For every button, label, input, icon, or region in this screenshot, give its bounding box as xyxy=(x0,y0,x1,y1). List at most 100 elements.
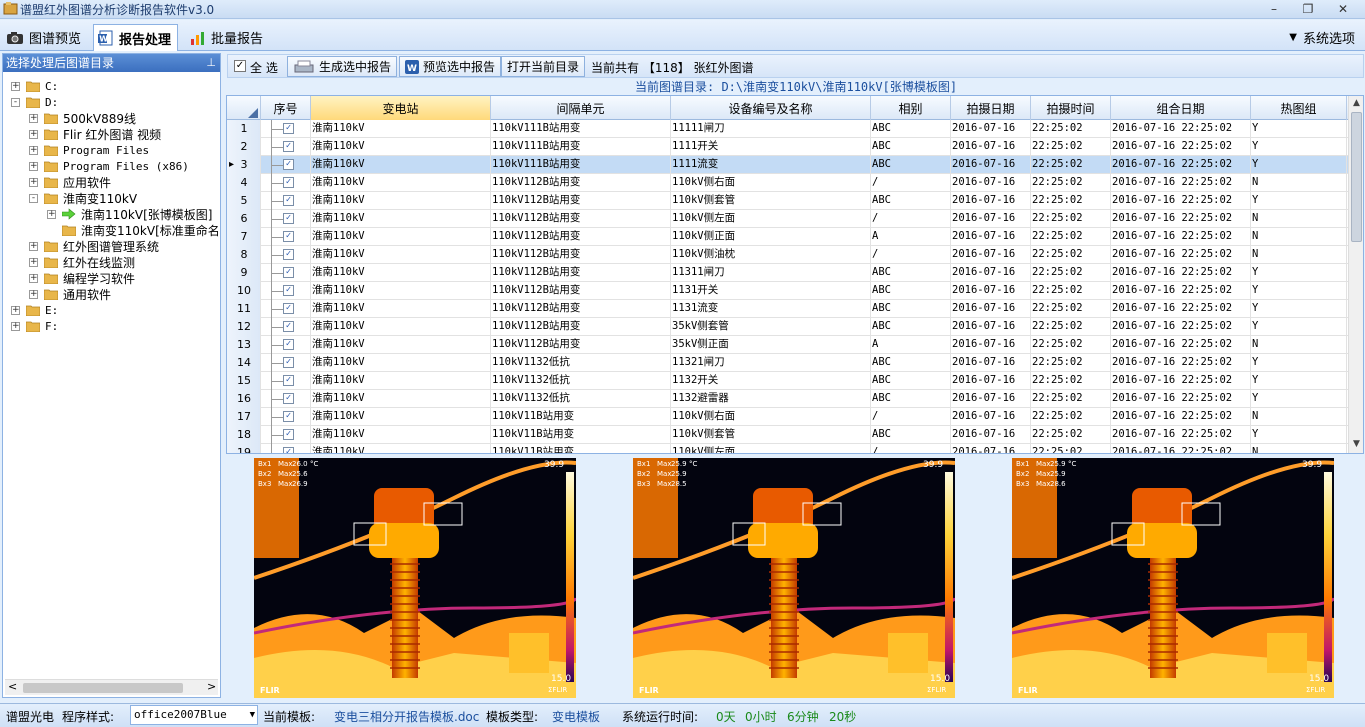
table-row[interactable]: 19 ✓ 淮南110kV 110kV11B站用变 110kV侧左面/2016-07-16… xyxy=(227,444,1349,453)
row-checkbox[interactable]: ✓ xyxy=(283,195,294,206)
collapse-icon[interactable]: - xyxy=(11,97,20,107)
row-header[interactable]: 3 ▸ xyxy=(227,156,261,174)
tree-node[interactable]: + Program Files (x86) xyxy=(29,158,189,174)
tab-report-processing[interactable]: W 报告处理 xyxy=(93,24,179,51)
thermal-image-thumbnail[interactable]: Bx1 Max 25.9 °C Bx2 Max 25.9 Bx3 Max 28.5 39.9 15.0… xyxy=(633,458,955,698)
row-select-cell[interactable]: ✓ xyxy=(261,174,311,192)
table-row[interactable]: 3 ▸ ✓ 淮南110kV 110kV111B站用变 1111流变 ABC 2016-07-1… xyxy=(227,156,1349,174)
row-header[interactable]: 16 xyxy=(227,390,261,408)
close-button[interactable]: ✕ xyxy=(1331,1,1355,17)
tree-node[interactable]: + Program Files xyxy=(29,142,149,158)
table-row[interactable]: 8 ✓ 淮南110kV 110kV112B站用变 110kV侧油枕/2016-07-16… xyxy=(227,246,1349,264)
row-select-cell[interactable]: ✓ xyxy=(261,156,311,174)
tab-spectrum-preview[interactable]: 图谱预览 xyxy=(2,24,87,51)
scroll-down-icon[interactable]: ▼ xyxy=(1349,439,1363,449)
table-row[interactable]: 11 ✓ 淮南110kV 110kV112B站用变 1131流变 ABC 2016-07-1… xyxy=(227,300,1349,318)
row-select-cell[interactable]: ✓ xyxy=(261,318,311,336)
column-header[interactable]: 相别 xyxy=(871,96,951,120)
scroll-left-icon[interactable]: < xyxy=(8,680,17,693)
expand-icon[interactable]: + xyxy=(11,81,20,91)
row-header[interactable]: 15 xyxy=(227,372,261,390)
scroll-up-icon[interactable]: ▲ xyxy=(1349,98,1363,108)
collapse-icon[interactable]: - xyxy=(29,193,38,203)
table-row[interactable]: 14 ✓ 淮南110kV 110kV1132低抗 11321闸刀 ABC 2016-07-1… xyxy=(227,354,1349,372)
tree-node[interactable]: + E: xyxy=(11,302,58,318)
row-checkbox[interactable]: ✓ xyxy=(283,159,294,170)
row-header[interactable]: 8 xyxy=(227,246,261,264)
row-header[interactable]: 5 xyxy=(227,192,261,210)
expand-icon[interactable]: + xyxy=(29,241,38,251)
maximize-button[interactable]: ❐ xyxy=(1296,1,1320,17)
row-header[interactable]: 14 xyxy=(227,354,261,372)
row-select-cell[interactable]: ✓ xyxy=(261,120,311,138)
row-select-cell[interactable]: ✓ xyxy=(261,336,311,354)
tree-node[interactable]: + C: xyxy=(11,78,58,94)
tree-node[interactable]: - D: xyxy=(11,94,58,110)
row-select-cell[interactable]: ✓ xyxy=(261,210,311,228)
row-header[interactable]: 19 xyxy=(227,444,261,453)
column-header[interactable]: 拍摄日期 xyxy=(951,96,1031,120)
row-select-cell[interactable]: ✓ xyxy=(261,246,311,264)
pin-icon[interactable]: ⊥ xyxy=(206,54,216,72)
row-checkbox[interactable]: ✓ xyxy=(283,357,294,368)
select-all-checkbox[interactable]: ✓ xyxy=(234,60,246,72)
table-row[interactable]: 13 ✓ 淮南110kV 110kV112B站用变 35kV侧正面 A 2016-07-16… xyxy=(227,336,1349,354)
expand-icon[interactable]: + xyxy=(29,161,38,171)
row-select-cell[interactable]: ✓ xyxy=(261,372,311,390)
system-options-menu[interactable]: ▼ 系统选项 xyxy=(1289,28,1355,47)
expand-icon[interactable]: + xyxy=(29,113,38,123)
row-header[interactable]: 13 xyxy=(227,336,261,354)
row-select-cell[interactable]: ✓ xyxy=(261,426,311,444)
table-row[interactable]: 9 ✓ 淮南110kV 110kV112B站用变 11311闸刀 ABC 2016-07-1… xyxy=(227,264,1349,282)
table-row[interactable]: 10 ✓ 淮南110kV 110kV112B站用变 1131开关 ABC 2016-07-1… xyxy=(227,282,1349,300)
row-select-cell[interactable]: ✓ xyxy=(261,390,311,408)
row-checkbox[interactable]: ✓ xyxy=(283,375,294,386)
table-row[interactable]: 17 ✓ 淮南110kV 110kV11B站用变 110kV侧右面/2016-07-16… xyxy=(227,408,1349,426)
tree-node[interactable]: + F: xyxy=(11,318,58,334)
column-header[interactable]: 序号 xyxy=(261,96,311,120)
expand-icon[interactable]: + xyxy=(11,321,20,331)
table-row[interactable]: 12 ✓ 淮南110kV 110kV112B站用变 35kV侧套管 ABC 2016-07-… xyxy=(227,318,1349,336)
tree-node[interactable]: + Flir 红外图谱 视频 xyxy=(29,126,161,142)
row-header[interactable]: 1 xyxy=(227,120,261,138)
table-row[interactable]: 6 ✓ 淮南110kV 110kV112B站用变 110kV侧左面/2016-07-16… xyxy=(227,210,1349,228)
row-header[interactable]: 9 xyxy=(227,264,261,282)
row-header[interactable]: 10 xyxy=(227,282,261,300)
preview-report-button[interactable]: W 预览选中报告 xyxy=(399,56,502,77)
scrollbar-thumb[interactable] xyxy=(1351,112,1362,242)
table-row[interactable]: 16 ✓ 淮南110kV 110kV1132低抗 1132避雷器 ABC 2016-07-1… xyxy=(227,390,1349,408)
expand-icon[interactable]: + xyxy=(29,177,38,187)
thermal-image-thumbnail[interactable]: Bx1 Max 26.0 °C Bx2 Max 25.6 Bx3 Max 26.9 39.9 15.0… xyxy=(254,458,576,698)
expand-icon[interactable]: + xyxy=(29,129,38,139)
scrollbar-thumb[interactable] xyxy=(23,683,183,693)
row-select-cell[interactable]: ✓ xyxy=(261,354,311,372)
tree-node[interactable]: +500kV889线 xyxy=(29,110,136,126)
table-row[interactable]: 18 ✓ 淮南110kV 110kV11B站用变 110kV侧套管 ABC 2016-07-… xyxy=(227,426,1349,444)
tree-node[interactable]: + 淮南110kV[张博模板图] xyxy=(47,206,212,222)
table-row[interactable]: 1 ✓ 淮南110kV 110kV111B站用变 11111闸刀 ABC 2016-07-1… xyxy=(227,120,1349,138)
row-header[interactable]: 12 xyxy=(227,318,261,336)
row-checkbox[interactable]: ✓ xyxy=(283,339,294,350)
column-header[interactable]: 热图组 xyxy=(1251,96,1347,120)
column-header[interactable]: 拍摄时间 xyxy=(1031,96,1111,120)
row-header[interactable]: 17 xyxy=(227,408,261,426)
tree-node[interactable]: + 应用软件 xyxy=(29,174,111,190)
row-checkbox[interactable]: ✓ xyxy=(283,393,294,404)
expand-icon[interactable]: + xyxy=(29,257,38,267)
expand-icon[interactable]: + xyxy=(29,289,38,299)
column-header[interactable]: 组合日期 xyxy=(1111,96,1251,120)
column-header[interactable]: 间隔单元 xyxy=(491,96,671,120)
expand-icon[interactable]: + xyxy=(29,145,38,155)
row-checkbox[interactable]: ✓ xyxy=(283,411,294,422)
row-checkbox[interactable]: ✓ xyxy=(283,249,294,260)
scroll-right-icon[interactable]: > xyxy=(207,680,216,693)
row-checkbox[interactable]: ✓ xyxy=(283,123,294,134)
table-row[interactable]: 15 ✓ 淮南110kV 110kV1132低抗 1132开关 ABC 2016-07-16… xyxy=(227,372,1349,390)
column-header[interactable]: 变电站 xyxy=(311,96,491,120)
column-header[interactable]: 设备编号及名称 xyxy=(671,96,871,120)
tree-node[interactable]: + 红外图谱管理系统 xyxy=(29,238,159,254)
expand-icon[interactable]: + xyxy=(29,273,38,283)
row-select-cell[interactable]: ✓ xyxy=(261,444,311,453)
row-select-cell[interactable]: ✓ xyxy=(261,228,311,246)
tree-node[interactable]: 淮南变110kV[标准重命名 xyxy=(47,222,220,238)
